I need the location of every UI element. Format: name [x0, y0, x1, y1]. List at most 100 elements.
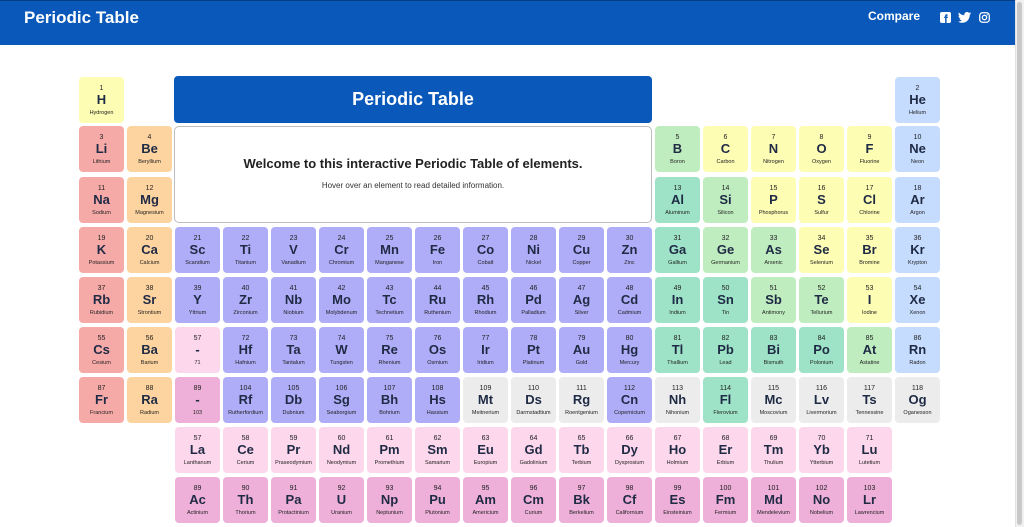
element-tile-rh[interactable]: 45 Rh Rhodium: [463, 277, 508, 323]
element-tile-b[interactable]: 5 B Boron: [655, 126, 700, 172]
element-tile-cr[interactable]: 24 Cr Chromium: [319, 227, 364, 273]
element-tile-n[interactable]: 7 N Nitrogen: [751, 126, 796, 172]
element-tile-db[interactable]: 105 Db Dubnium: [271, 377, 316, 423]
element-tile-au[interactable]: 79 Au Gold: [559, 327, 604, 373]
element-tile-lr[interactable]: 103 Lr Lawrencium: [847, 477, 892, 523]
element-tile-cn[interactable]: 112 Cn Copernicium: [607, 377, 652, 423]
instagram-icon[interactable]: [979, 12, 990, 23]
element-tile-sc[interactable]: 21 Sc Scandium: [175, 227, 220, 273]
element-tile-be[interactable]: 4 Be Beryllium: [127, 126, 172, 172]
element-tile-sm[interactable]: 62 Sm Samarium: [415, 427, 460, 473]
facebook-icon[interactable]: [940, 12, 951, 23]
brand-title[interactable]: Periodic Table: [24, 8, 139, 28]
element-tile-si[interactable]: 14 Si Silicon: [703, 177, 748, 223]
element-tile-yb[interactable]: 70 Yb Ytterbium: [799, 427, 844, 473]
element-tile-pb[interactable]: 82 Pb Lead: [703, 327, 748, 373]
element-tile-ti[interactable]: 22 Ti Titanium: [223, 227, 268, 273]
element-tile-nh[interactable]: 113 Nh Nihonium: [655, 377, 700, 423]
element-tile-p[interactable]: 15 P Phosphorus: [751, 177, 796, 223]
element-tile-at[interactable]: 85 At Astatine: [847, 327, 892, 373]
element-tile-er[interactable]: 68 Er Erbium: [703, 427, 748, 473]
element-tile-ir[interactable]: 77 Ir Iridium: [463, 327, 508, 373]
element-tile-bk[interactable]: 97 Bk Berkelium: [559, 477, 604, 523]
element-tile-co[interactable]: 27 Co Cobalt: [463, 227, 508, 273]
element-tile-fl[interactable]: 114 Fl Flerovium: [703, 377, 748, 423]
element-tile-ho[interactable]: 67 Ho Holmium: [655, 427, 700, 473]
element-tile-ca[interactable]: 20 Ca Calcium: [127, 227, 172, 273]
element-tile-rg[interactable]: 111 Rg Roentgenium: [559, 377, 604, 423]
element-tile-bi[interactable]: 83 Bi Bismuth: [751, 327, 796, 373]
element-tile-y[interactable]: 39 Y Yttrium: [175, 277, 220, 323]
element-tile-og[interactable]: 118 Og Oganesson: [895, 377, 940, 423]
element-tile-tb[interactable]: 65 Tb Terbium: [559, 427, 604, 473]
element-tile-pu[interactable]: 94 Pu Plutonium: [415, 477, 460, 523]
element-tile-h[interactable]: 1 H Hydrogen: [79, 77, 124, 123]
element-tile-te[interactable]: 52 Te Tellurium: [799, 277, 844, 323]
element-tile-in[interactable]: 49 In Indium: [655, 277, 700, 323]
element-tile-ge[interactable]: 32 Ge Germanium: [703, 227, 748, 273]
element-tile-fr[interactable]: 87 Fr Francium: [79, 377, 124, 423]
element-tile-w[interactable]: 74 W Tungsten: [319, 327, 364, 373]
element-tile-ra[interactable]: 88 Ra Radium: [127, 377, 172, 423]
element-tile-ru[interactable]: 44 Ru Ruthenium: [415, 277, 460, 323]
element-tile-o[interactable]: 8 O Oxygen: [799, 126, 844, 172]
twitter-icon[interactable]: [958, 12, 971, 23]
element-tile-np[interactable]: 93 Np Neptunium: [367, 477, 412, 523]
element-tile-s[interactable]: 16 S Sulfur: [799, 177, 844, 223]
element-tile-zr[interactable]: 40 Zr Zirconium: [223, 277, 268, 323]
element-tile-os[interactable]: 76 Os Osmium: [415, 327, 460, 373]
element-tile-ba[interactable]: 56 Ba Barium: [127, 327, 172, 373]
element-tile-ne[interactable]: 10 Ne Neon: [895, 126, 940, 172]
element-tile-nb[interactable]: 41 Nb Niobium: [271, 277, 316, 323]
element-tile-cf[interactable]: 98 Cf Californium: [607, 477, 652, 523]
element-tile-pd[interactable]: 46 Pd Palladium: [511, 277, 556, 323]
element-tile-no[interactable]: 102 No Nobelium: [799, 477, 844, 523]
element-tile-hg[interactable]: 80 Hg Mercury: [607, 327, 652, 373]
element-tile-k[interactable]: 19 K Potassium: [79, 227, 124, 273]
element-tile-sr[interactable]: 38 Sr Strontium: [127, 277, 172, 323]
compare-link[interactable]: Compare: [868, 9, 920, 23]
element-tile-fe[interactable]: 26 Fe Iron: [415, 227, 460, 273]
element-tile-al[interactable]: 13 Al Aluminum: [655, 177, 700, 223]
element-tile-range-57[interactable]: 57-71: [175, 327, 220, 373]
element-tile-ar[interactable]: 18 Ar Argon: [895, 177, 940, 223]
element-tile-md[interactable]: 101 Md Mendelevium: [751, 477, 796, 523]
element-tile-sg[interactable]: 106 Sg Seaborgium: [319, 377, 364, 423]
element-tile-ga[interactable]: 31 Ga Gallium: [655, 227, 700, 273]
element-tile-c[interactable]: 6 C Carbon: [703, 126, 748, 172]
element-tile-nd[interactable]: 60 Nd Neodymium: [319, 427, 364, 473]
element-tile-mg[interactable]: 12 Mg Magnesium: [127, 177, 172, 223]
element-tile-v[interactable]: 23 V Vanadium: [271, 227, 316, 273]
element-tile-lu[interactable]: 71 Lu Lutetium: [847, 427, 892, 473]
element-tile-po[interactable]: 84 Po Polonium: [799, 327, 844, 373]
element-tile-ag[interactable]: 47 Ag Silver: [559, 277, 604, 323]
element-tile-na[interactable]: 11 Na Sodium: [79, 177, 124, 223]
element-tile-mn[interactable]: 25 Mn Manganese: [367, 227, 412, 273]
element-tile-cu[interactable]: 29 Cu Copper: [559, 227, 604, 273]
element-tile-br[interactable]: 35 Br Bromine: [847, 227, 892, 273]
element-tile-sb[interactable]: 51 Sb Antimony: [751, 277, 796, 323]
element-tile-rn[interactable]: 86 Rn Radon: [895, 327, 940, 373]
element-tile-f[interactable]: 9 F Fluorine: [847, 126, 892, 172]
element-tile-ni[interactable]: 28 Ni Nickel: [511, 227, 556, 273]
element-tile-pt[interactable]: 78 Pt Platinum: [511, 327, 556, 373]
element-tile-ts[interactable]: 117 Ts Tennessine: [847, 377, 892, 423]
element-tile-tc[interactable]: 43 Tc Technetium: [367, 277, 412, 323]
element-tile-zn[interactable]: 30 Zn Zinc: [607, 227, 652, 273]
element-tile-pa[interactable]: 91 Pa Protactinium: [271, 477, 316, 523]
scrollbar-thumb[interactable]: [1017, 2, 1022, 525]
element-tile-am[interactable]: 95 Am Americium: [463, 477, 508, 523]
element-tile-bh[interactable]: 107 Bh Bohrium: [367, 377, 412, 423]
element-tile-tl[interactable]: 81 Tl Thallium: [655, 327, 700, 373]
element-tile-cl[interactable]: 17 Cl Chlorine: [847, 177, 892, 223]
element-tile-ta[interactable]: 73 Ta Tantalum: [271, 327, 316, 373]
element-tile-range-89[interactable]: 89-103: [175, 377, 220, 423]
element-tile-i[interactable]: 53 I Iodine: [847, 277, 892, 323]
element-tile-eu[interactable]: 63 Eu Europium: [463, 427, 508, 473]
element-tile-ds[interactable]: 110 Ds Darmstadtium: [511, 377, 556, 423]
element-tile-u[interactable]: 92 U Uranium: [319, 477, 364, 523]
element-tile-re[interactable]: 75 Re Rhenium: [367, 327, 412, 373]
element-tile-xe[interactable]: 54 Xe Xenon: [895, 277, 940, 323]
element-tile-pm[interactable]: 61 Pm Promethium: [367, 427, 412, 473]
element-tile-as[interactable]: 33 As Arsenic: [751, 227, 796, 273]
